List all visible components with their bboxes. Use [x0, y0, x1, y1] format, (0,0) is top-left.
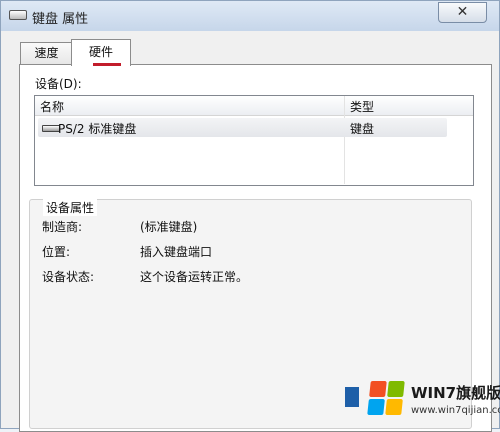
device-row[interactable]: PS/2 标准键盘 键盘 — [38, 118, 447, 137]
window-title: 键盘 属性 — [32, 12, 89, 27]
windows-logo-icon — [367, 381, 405, 415]
column-header-name[interactable]: 名称 — [40, 98, 64, 115]
device-type: 键盘 — [350, 122, 375, 136]
title-bar[interactable]: 键盘 属性 ✕ — [1, 1, 499, 31]
manufacturer-value: (标准键盘) — [140, 220, 198, 234]
watermark-text: WIN7旗舰版 — [411, 384, 500, 402]
column-divider — [344, 96, 345, 184]
location-label: 位置: — [42, 245, 71, 259]
devices-label: 设备(D): — [35, 77, 82, 91]
location-value: 插入键盘端口 — [140, 245, 213, 259]
tab-speed[interactable]: 速度 — [20, 42, 73, 65]
partial-button-edge — [345, 387, 359, 407]
watermark-url: www.win7qijian.com — [411, 405, 500, 416]
device-list[interactable]: 名称 类型 PS/2 标准键盘 键盘 — [34, 95, 474, 186]
keyboard-properties-window: 键盘 属性 ✕ 速度 硬件 设备(D): 名称 类型 PS/2 标准键盘 键盘 … — [0, 0, 500, 432]
device-properties-title: 设备属性 — [43, 199, 98, 216]
tab-highlight-underline — [93, 63, 121, 66]
close-button[interactable]: ✕ — [438, 2, 487, 23]
manufacturer-label: 制造商: — [42, 220, 83, 234]
device-status-label: 设备状态: — [42, 270, 95, 284]
tab-hardware[interactable]: 硬件 — [71, 39, 131, 66]
device-name: PS/2 标准键盘 — [58, 122, 137, 136]
column-header-type[interactable]: 类型 — [350, 98, 374, 115]
keyboard-icon — [9, 10, 27, 20]
device-status-value: 这个设备运转正常。 — [140, 270, 249, 284]
list-header: 名称 类型 — [35, 96, 473, 116]
watermark: WIN7旗舰版 www.win7qijian.com — [345, 375, 500, 427]
